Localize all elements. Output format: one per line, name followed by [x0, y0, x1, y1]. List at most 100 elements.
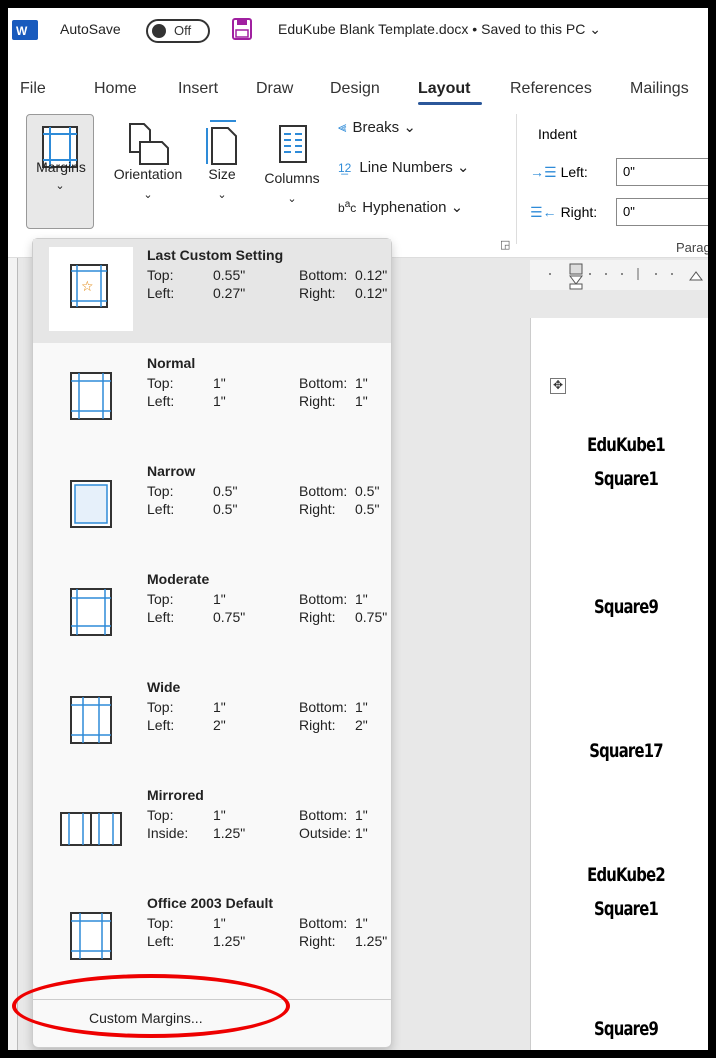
opt-label: Left: — [147, 501, 175, 517]
opt-value: 0.5" — [213, 501, 238, 517]
line-numbers-button[interactable]: 1̲2 Line Numbers ⌄ — [338, 158, 469, 176]
columns-label: Columns — [264, 170, 320, 186]
opt-value: 0.75" — [213, 609, 246, 625]
margin-option-mirrored[interactable]: Mirrored Top: 1" Bottom: 1" Inside: 1.25… — [33, 779, 391, 883]
tab-references[interactable]: References — [510, 80, 592, 98]
opt-label: Top: — [147, 915, 174, 931]
chevron-down-icon: ⌄ — [55, 180, 65, 192]
office-2003-margins-icon — [70, 912, 112, 960]
save-icon[interactable] — [232, 18, 252, 40]
title-bar: W AutoSave Off EduKube Blank Template.do… — [8, 8, 708, 50]
opt-value: 2" — [213, 717, 226, 733]
indent-left-input[interactable]: 0" — [616, 158, 708, 186]
orientation-button[interactable]: Orientation ⌄ — [100, 114, 196, 224]
active-tab-indicator — [418, 102, 482, 105]
option-name: Mirrored — [147, 787, 204, 803]
tab-home[interactable]: Home — [94, 80, 137, 98]
opt-value: 1" — [355, 807, 368, 823]
opt-value: 1" — [355, 591, 368, 607]
option-name: Narrow — [147, 463, 196, 479]
indent-title: Indent — [538, 126, 577, 142]
opt-label: Bottom: — [299, 699, 348, 715]
opt-value: 0.5" — [355, 501, 380, 517]
option-name: Office 2003 Default — [147, 895, 274, 911]
wide-margins-icon — [70, 696, 112, 744]
opt-label: Bottom: — [299, 915, 348, 931]
opt-label: Right: — [299, 285, 336, 301]
columns-icon — [279, 125, 307, 163]
chevron-down-icon: ⌄ — [217, 189, 227, 201]
opt-value: 1" — [213, 591, 226, 607]
opt-value: 1" — [213, 375, 226, 391]
moderate-margins-icon — [70, 588, 112, 636]
doc-line[interactable]: Square17 — [564, 740, 689, 762]
opt-value: 1" — [355, 825, 368, 841]
margin-option-wide[interactable]: Wide Top: 1" Bottom: 1" Left: 2" Right: … — [33, 671, 391, 775]
document-title[interactable]: EduKube Blank Template.docx • Saved to t… — [278, 21, 601, 38]
margin-option-narrow[interactable]: Narrow Top: 0.5" Bottom: 0.5" Left: 0.5"… — [33, 455, 391, 559]
tab-draw[interactable]: Draw — [256, 80, 293, 98]
tab-file[interactable]: File — [20, 80, 46, 98]
margins-button[interactable]: Margins ⌄ — [26, 114, 94, 229]
group-divider — [516, 114, 517, 244]
opt-value: 1" — [355, 915, 368, 931]
columns-button[interactable]: Columns ⌄ — [254, 114, 330, 224]
opt-value: 2" — [355, 717, 368, 733]
tab-layout[interactable]: Layout — [418, 80, 470, 98]
svg-text:W: W — [16, 24, 28, 38]
indent-right-input[interactable]: 0" — [616, 198, 708, 226]
indent-left-icon: →☰ — [530, 164, 557, 180]
doc-line[interactable]: EduKube1 — [564, 434, 689, 456]
opt-label: Bottom: — [299, 483, 348, 499]
indent-left-label: Left: — [560, 164, 588, 180]
opt-label: Top: — [147, 375, 174, 391]
table-move-icon[interactable]: ✥ — [550, 378, 566, 394]
opt-label: Left: — [147, 717, 175, 733]
doc-line[interactable]: EduKube2 — [564, 864, 689, 886]
tab-design[interactable]: Design — [330, 80, 380, 98]
option-name: Wide — [147, 679, 181, 695]
opt-value: 0.75" — [355, 609, 388, 625]
opt-value: 1" — [213, 393, 226, 409]
margins-dropdown: ☆ Last Custom Setting Top: 0.55" Bottom:… — [32, 238, 392, 1048]
mirrored-margins-icon — [60, 812, 122, 846]
margin-option-normal[interactable]: Normal Top: 1" Bottom: 1" Left: 1" Right… — [33, 347, 391, 451]
opt-label: Left: — [147, 393, 175, 409]
indent-right-label: Right: — [560, 204, 598, 220]
size-button[interactable]: Size ⌄ — [194, 114, 250, 224]
opt-label: Right: — [299, 393, 336, 409]
option-name: Last Custom Setting — [147, 247, 284, 263]
opt-value: 0.55" — [213, 267, 246, 283]
doc-line[interactable]: Square9 — [564, 596, 689, 618]
opt-value: 1.25" — [355, 933, 388, 949]
tab-mailings[interactable]: Mailings — [630, 80, 689, 98]
horizontal-ruler — [530, 260, 708, 290]
opt-label: Top: — [147, 267, 174, 283]
opt-label: Bottom: — [299, 807, 348, 823]
opt-value: 0.5" — [355, 483, 380, 499]
breaks-button[interactable]: ⫷ Breaks ⌄ — [338, 118, 416, 136]
autosave-toggle[interactable]: Off — [146, 19, 210, 43]
opt-label: Right: — [299, 609, 336, 625]
word-app-icon[interactable]: W — [12, 20, 38, 40]
opt-label: Bottom: — [299, 591, 348, 607]
opt-value: 1" — [213, 915, 226, 931]
autosave-label: AutoSave — [60, 21, 121, 37]
layout-ribbon: Margins ⌄ Orientation ⌄ Size ⌄ Columns ⌄… — [8, 106, 708, 258]
tab-insert[interactable]: Insert — [178, 80, 218, 98]
toggle-knob — [152, 24, 166, 38]
paragraph-group-label: Parag — [676, 240, 708, 255]
breaks-label: Breaks ⌄ — [352, 119, 416, 136]
opt-value: 1" — [213, 807, 226, 823]
vertical-ruler — [8, 258, 18, 1050]
margin-option-office-2003[interactable]: Office 2003 Default Top: 1" Bottom: 1" L… — [33, 887, 391, 991]
margin-option-moderate[interactable]: Moderate Top: 1" Bottom: 1" Left: 0.75" … — [33, 563, 391, 667]
margin-option-last-custom[interactable]: ☆ Last Custom Setting Top: 0.55" Bottom:… — [33, 239, 391, 343]
doc-line[interactable]: Square9 — [564, 1018, 689, 1040]
document-page[interactable] — [530, 318, 708, 1050]
doc-line[interactable]: Square1 — [564, 898, 689, 920]
hyphenation-button[interactable]: bac Hyphenation ⌄ — [338, 198, 463, 216]
page-setup-launcher-icon[interactable]: ◲ — [500, 238, 510, 251]
doc-line[interactable]: Square1 — [564, 468, 689, 490]
option-name: Moderate — [147, 571, 210, 587]
